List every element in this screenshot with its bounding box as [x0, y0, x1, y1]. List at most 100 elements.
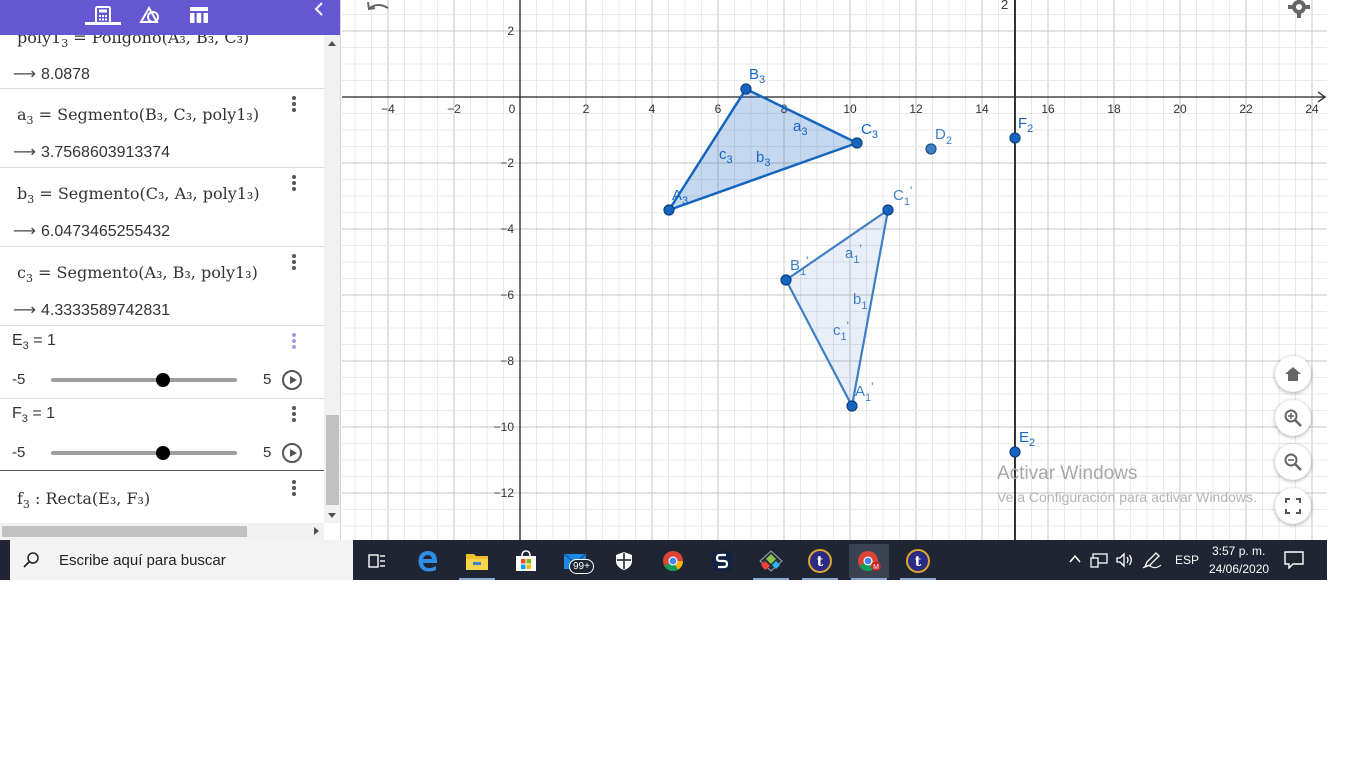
entry-definition[interactable]: f3 : Recta(E₃, F₃) — [17, 489, 150, 511]
entry-definition[interactable]: c3 = Segmento(A₃, B₃, poly1₃) — [17, 263, 258, 285]
slider-track[interactable] — [51, 378, 237, 382]
entry-definition[interactable]: a3 = Segmento(B₃, C₃, poly1₃) — [17, 105, 259, 127]
y-tick-label: −10 — [494, 420, 515, 434]
speaker-icon — [1116, 552, 1132, 568]
task-view-button[interactable] — [357, 544, 397, 578]
network-icon — [1090, 553, 1108, 568]
geogebra-tools-button[interactable] — [751, 544, 791, 580]
chrome-profile-button[interactable]: M — [849, 544, 889, 580]
arrow-icon: ⟶ — [13, 144, 36, 161]
edge-button[interactable] — [408, 544, 448, 578]
collapse-panel-button[interactable] — [309, 0, 329, 18]
pen-button[interactable] — [1142, 551, 1162, 574]
scroll-thumb[interactable] — [326, 415, 339, 505]
language-indicator[interactable]: ESP — [1175, 553, 1199, 567]
algebra-panel: poly13 = Polígono(A₃, B₃, C₃) ⟶ 8.0878 a3… — [0, 0, 341, 540]
slider-label[interactable]: F3 = 1 — [12, 405, 55, 425]
point-c3[interactable] — [851, 137, 863, 149]
slider-min: -5 — [12, 444, 26, 461]
algebra-entry-c3[interactable]: c3 = Segmento(A₃, B₃, poly1₃) ⟶ 4.3333589… — [0, 247, 324, 326]
more-options-icon[interactable] — [288, 478, 300, 498]
search-placeholder: Escribe aquí para buscar — [59, 552, 226, 569]
entry-value-text: 3.7568603913374 — [41, 144, 171, 161]
label-e2: E2 — [1019, 429, 1035, 449]
gear-icon[interactable] — [1288, 0, 1310, 18]
app-t-button[interactable]: t — [800, 544, 840, 580]
more-options-icon[interactable] — [288, 331, 300, 351]
vertical-scrollbar[interactable] — [324, 35, 340, 523]
x-tick-label: 16 — [1041, 102, 1055, 116]
zoom-out-icon — [1284, 453, 1302, 471]
more-options-icon[interactable] — [288, 173, 300, 193]
tools-tab[interactable] — [132, 0, 168, 30]
active-app-indicator — [753, 578, 789, 580]
algebra-entry-f3[interactable]: f3 : Recta(E₃, F₃) — [0, 471, 324, 523]
entry-value: ⟶ 3.7568603913374 — [13, 142, 170, 162]
scroll-thumb[interactable] — [2, 526, 247, 537]
more-options-icon[interactable] — [288, 404, 300, 424]
play-icon[interactable] — [282, 443, 302, 463]
app-t-icon: t — [906, 549, 930, 573]
x-tick-label: 24 — [1305, 102, 1319, 116]
graphics-view[interactable]: −4−20246810121416182022242−2−4−6−8−10−12… — [342, 0, 1327, 540]
notification-icon — [1284, 551, 1304, 570]
point-c1-prime[interactable] — [882, 204, 894, 216]
algebra-slider-e3[interactable]: E3 = 1 -5 5 — [0, 326, 324, 399]
slider-max: 5 — [263, 444, 272, 461]
table-tab[interactable] — [181, 0, 217, 30]
algebra-entry-a3[interactable]: a3 = Segmento(B₃, C₃, poly1₃) ⟶ 3.7568603… — [0, 89, 324, 168]
slider-label[interactable]: E3 = 1 — [12, 332, 56, 352]
slider-thumb[interactable] — [155, 446, 170, 460]
scroll-down-icon[interactable] — [328, 513, 336, 518]
zoom-in-button[interactable] — [1275, 400, 1311, 436]
play-icon[interactable] — [282, 370, 302, 390]
store-button[interactable] — [506, 544, 546, 578]
file-explorer-button[interactable] — [457, 544, 497, 580]
slider-thumb[interactable] — [155, 373, 170, 387]
entry-definition[interactable]: b3 = Segmento(C₃, A₃, poly1₃) — [17, 184, 260, 206]
network-button[interactable] — [1090, 552, 1110, 573]
diamond-app-icon — [759, 550, 783, 572]
point-a1-prime[interactable] — [846, 400, 858, 412]
coordinate-plane[interactable]: −4−20246810121416182022242−2−4−6−8−10−12… — [342, 0, 1327, 540]
app-t-second-button[interactable]: t — [898, 544, 938, 580]
activation-watermark-subtitle: Ve a Configuración para activar Windows. — [997, 489, 1257, 505]
security-button[interactable] — [604, 544, 644, 578]
clock-date[interactable]: 24/06/2020 — [1209, 562, 1269, 576]
point-e2[interactable] — [1009, 446, 1021, 458]
algebra-calculator-tab[interactable] — [85, 0, 121, 30]
y-tick-label: 2 — [507, 24, 514, 38]
clock-time[interactable]: 3:57 p. m. — [1212, 544, 1265, 558]
x-tick-label: 4 — [649, 102, 656, 116]
scroll-up-icon[interactable] — [328, 41, 336, 46]
algebra-entry-b3[interactable]: b3 = Segmento(C₃, A₃, poly1₃) ⟶ 6.0473465… — [0, 168, 324, 247]
zoom-out-button[interactable] — [1275, 444, 1311, 480]
point-b1-prime[interactable] — [780, 274, 792, 286]
slider-track[interactable] — [51, 451, 237, 455]
mail-button[interactable]: 99+ — [555, 544, 595, 578]
x-tick-label: 6 — [715, 102, 722, 116]
app-s-button[interactable] — [702, 544, 742, 578]
polygon-image[interactable] — [784, 207, 890, 410]
point-f2[interactable] — [1009, 132, 1021, 144]
more-options-icon[interactable] — [288, 252, 300, 272]
show-hidden-icons-button[interactable] — [1068, 552, 1082, 571]
point-d2[interactable] — [925, 143, 937, 155]
notifications-button[interactable] — [1284, 551, 1304, 574]
point-a3[interactable] — [663, 204, 675, 216]
scroll-right-icon[interactable] — [314, 527, 319, 535]
slider-value-text: = 1 — [27, 405, 56, 422]
volume-button[interactable] — [1115, 552, 1135, 573]
fullscreen-button[interactable] — [1275, 488, 1311, 524]
shapes-tools-icon — [139, 6, 159, 23]
more-options-icon[interactable] — [288, 94, 300, 114]
horizontal-scrollbar[interactable] — [0, 523, 324, 540]
taskbar-search[interactable]: Escribe aquí para buscar — [10, 540, 353, 580]
chrome-button[interactable] — [653, 544, 693, 578]
point-b3[interactable] — [740, 83, 752, 95]
entry-formula: = Segmento(C₃, A₃, poly1₃) — [34, 184, 260, 203]
entry-name-sub: 3 — [26, 114, 34, 128]
algebra-slider-f3[interactable]: F3 = 1 -5 5 — [0, 399, 324, 471]
home-button[interactable] — [1275, 356, 1311, 392]
entry-formula: : Recta(E₃, F₃) — [29, 489, 151, 508]
